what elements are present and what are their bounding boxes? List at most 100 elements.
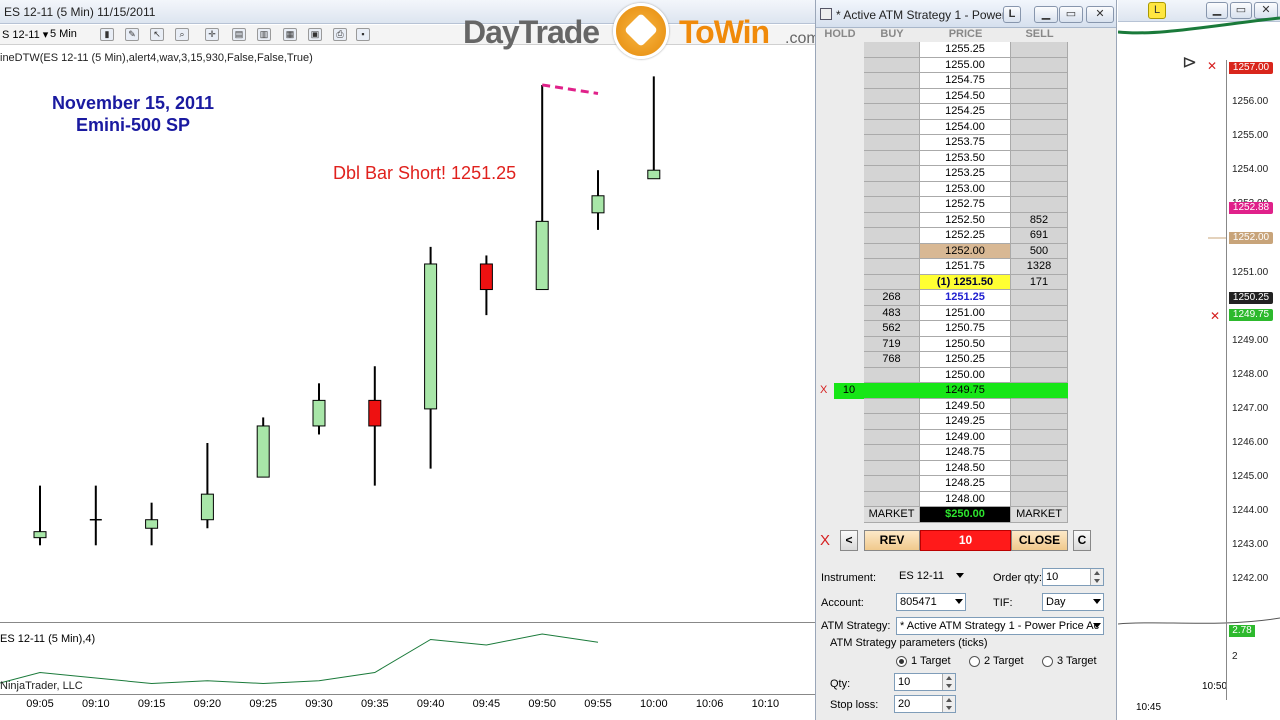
print-icon[interactable]: ⎙ xyxy=(333,28,347,41)
zoom-icon[interactable]: ⌕ xyxy=(175,28,189,41)
buy-cell[interactable]: 268 xyxy=(864,290,920,306)
buy-cell[interactable] xyxy=(864,243,920,259)
ladder-row[interactable]: 1253.75 xyxy=(816,135,1116,151)
buy-cell[interactable]: 768 xyxy=(864,352,920,368)
buy-cell[interactable] xyxy=(864,259,920,275)
strategies-icon[interactable]: ▦ xyxy=(283,28,297,41)
sell-cell[interactable] xyxy=(1011,150,1068,166)
stop-loss-input[interactable]: 20 xyxy=(894,695,956,713)
ladder-row[interactable]: 1254.75 xyxy=(816,73,1116,89)
ladder-row[interactable]: 768 1250.25 xyxy=(816,352,1116,368)
buy-cell[interactable] xyxy=(864,166,920,182)
ladder-row[interactable]: 1248.25 xyxy=(816,476,1116,492)
buy-cell[interactable] xyxy=(864,491,920,507)
hold-cell[interactable] xyxy=(834,166,864,182)
ladder-row[interactable]: 719 1250.50 xyxy=(816,336,1116,352)
bar-type-icon[interactable]: ▮ xyxy=(100,28,114,41)
buy-cell[interactable] xyxy=(864,181,920,197)
sell-cell[interactable] xyxy=(1011,42,1068,58)
reverse-button[interactable]: REV xyxy=(864,530,920,551)
sell-cell[interactable]: 171 xyxy=(1011,274,1068,290)
properties-icon[interactable]: ▤ xyxy=(232,28,246,41)
hold-cell[interactable]: 10 xyxy=(834,383,864,399)
hold-cell[interactable] xyxy=(834,445,864,461)
ladder-row[interactable]: 562 1250.75 xyxy=(816,321,1116,337)
price-chart[interactable] xyxy=(0,60,815,620)
hold-cell[interactable] xyxy=(834,336,864,352)
interval-selector[interactable]: 5 Min xyxy=(50,28,77,40)
ladder-row[interactable]: 268 1251.25 xyxy=(816,290,1116,306)
close-position-x-icon[interactable]: X xyxy=(820,532,830,549)
sell-cell[interactable] xyxy=(1011,414,1068,430)
data-box-icon[interactable]: ▣ xyxy=(308,28,322,41)
sell-cell[interactable] xyxy=(1011,305,1068,321)
buy-cell[interactable] xyxy=(864,73,920,89)
sell-cell[interactable]: 1328 xyxy=(1011,259,1068,275)
sell-cell[interactable] xyxy=(1011,57,1068,73)
hold-cell[interactable] xyxy=(834,197,864,213)
buy-cell[interactable] xyxy=(864,135,920,151)
hold-cell[interactable] xyxy=(834,321,864,337)
pencil-icon[interactable]: ✎ xyxy=(125,28,139,41)
buy-cell[interactable] xyxy=(864,104,920,120)
sell-cell[interactable] xyxy=(1011,73,1068,89)
buy-cell[interactable] xyxy=(864,445,920,461)
sell-cell[interactable] xyxy=(1011,290,1068,306)
sell-cell[interactable] xyxy=(1011,460,1068,476)
hold-cell[interactable] xyxy=(834,104,864,120)
sell-cell[interactable]: 691 xyxy=(1011,228,1068,244)
sell-cell[interactable] xyxy=(1011,352,1068,368)
sell-cell[interactable] xyxy=(1011,445,1068,461)
ladder-row[interactable]: 1249.00 xyxy=(816,429,1116,445)
sell-cell[interactable]: 852 xyxy=(1011,212,1068,228)
cancel-orders-button[interactable]: C xyxy=(1073,530,1091,551)
sell-cell[interactable] xyxy=(1011,135,1068,151)
hold-cell[interactable] xyxy=(834,290,864,306)
order-qty-input[interactable]: 10 xyxy=(1042,568,1104,586)
indicators-icon[interactable]: ▥ xyxy=(257,28,271,41)
target3-radio[interactable] xyxy=(1042,656,1053,667)
close-icon[interactable]: ✕ xyxy=(1086,6,1114,23)
buy-cell[interactable]: 562 xyxy=(864,321,920,337)
sell-cell[interactable] xyxy=(1011,476,1068,492)
buy-cell[interactable]: 483 xyxy=(864,305,920,321)
crosshair-icon[interactable]: ✛ xyxy=(205,28,219,41)
hold-cell[interactable] xyxy=(834,135,864,151)
buy-cell[interactable] xyxy=(864,476,920,492)
target2-radio[interactable] xyxy=(969,656,980,667)
buy-cell[interactable] xyxy=(864,197,920,213)
hold-cell[interactable] xyxy=(834,491,864,507)
hold-cell[interactable] xyxy=(834,212,864,228)
hold-cell[interactable] xyxy=(834,259,864,275)
buy-cell[interactable] xyxy=(864,383,920,399)
target1-radio[interactable] xyxy=(896,656,907,667)
buy-cell[interactable] xyxy=(864,119,920,135)
hold-cell[interactable] xyxy=(834,42,864,58)
cancel-order-x-icon[interactable]: X xyxy=(820,383,827,397)
hold-cell[interactable] xyxy=(834,429,864,445)
sell-cell[interactable] xyxy=(1011,429,1068,445)
save-icon[interactable]: ▪ xyxy=(356,28,370,41)
buy-cell[interactable] xyxy=(864,212,920,228)
buy-cell[interactable] xyxy=(864,429,920,445)
right-x-marker-icon[interactable]: ✕ xyxy=(1210,309,1220,323)
sell-cell[interactable] xyxy=(1011,367,1068,383)
hold-cell[interactable] xyxy=(834,228,864,244)
ladder-row[interactable]: 1252.00 500 xyxy=(816,243,1116,259)
sell-cell[interactable] xyxy=(1011,383,1068,399)
hold-cell[interactable] xyxy=(834,73,864,89)
sell-cell[interactable] xyxy=(1011,491,1068,507)
hold-cell[interactable] xyxy=(834,352,864,368)
hold-cell[interactable] xyxy=(834,414,864,430)
minimize-icon[interactable]: ▁ xyxy=(1034,6,1058,23)
buy-cell[interactable] xyxy=(864,398,920,414)
ladder-row[interactable]: 1250.00 xyxy=(816,367,1116,383)
cursor-icon[interactable]: ↖ xyxy=(150,28,164,41)
instrument-combo[interactable]: ES 12-11 xyxy=(896,568,966,586)
hold-cell[interactable] xyxy=(834,274,864,290)
sell-cell[interactable] xyxy=(1011,181,1068,197)
sell-cell[interactable]: 500 xyxy=(1011,243,1068,259)
hold-cell[interactable] xyxy=(834,367,864,383)
hold-cell[interactable] xyxy=(834,476,864,492)
hold-cell[interactable] xyxy=(834,243,864,259)
